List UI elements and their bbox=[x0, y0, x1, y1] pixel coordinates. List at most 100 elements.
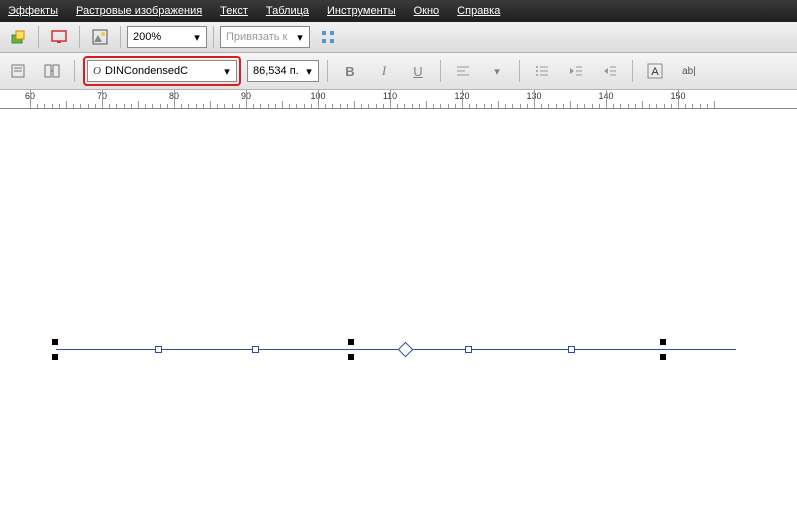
indent-dec-icon[interactable] bbox=[562, 58, 590, 84]
ruler-tick bbox=[448, 104, 449, 108]
text-frame-icon[interactable] bbox=[4, 58, 32, 84]
ruler-tick bbox=[556, 104, 557, 108]
ruler-tick bbox=[80, 104, 81, 108]
ruler-tick bbox=[440, 104, 441, 108]
ruler-tick bbox=[311, 104, 312, 108]
menubar: Эффекты Растровые изображения Текст Табл… bbox=[0, 0, 797, 22]
char-format-icon[interactable]: A bbox=[641, 58, 669, 84]
zoom-value: 200% bbox=[133, 31, 187, 43]
ruler-tick bbox=[476, 104, 477, 108]
ruler-tick bbox=[196, 104, 197, 108]
ruler-tick bbox=[620, 104, 621, 108]
ruler-tick bbox=[145, 104, 146, 108]
ruler-tick bbox=[541, 104, 542, 108]
ruler-tick bbox=[656, 104, 657, 108]
ruler-tick bbox=[160, 104, 161, 108]
selection-handle[interactable] bbox=[155, 346, 162, 353]
ruler-tick bbox=[649, 104, 650, 108]
menu-window[interactable]: Окно bbox=[414, 5, 440, 17]
ruler-tick bbox=[232, 104, 233, 108]
selection-handle[interactable] bbox=[660, 339, 666, 345]
ruler-tick bbox=[167, 104, 168, 108]
selection-handle[interactable] bbox=[252, 346, 259, 353]
bullet-list-icon[interactable] bbox=[528, 58, 556, 84]
ruler-tick bbox=[520, 104, 521, 108]
selection-handle[interactable] bbox=[660, 354, 666, 360]
snap-combo[interactable]: Привязать к ▾ bbox=[220, 26, 310, 48]
ruler-tick bbox=[174, 90, 175, 108]
selection-handle[interactable] bbox=[348, 354, 354, 360]
ruler-tick bbox=[354, 101, 355, 108]
image-icon[interactable] bbox=[86, 24, 114, 50]
font-size-combo[interactable]: 86,534 п. ▾ bbox=[247, 60, 319, 82]
ruler-tick bbox=[484, 104, 485, 108]
menu-raster[interactable]: Растровые изображения bbox=[76, 5, 202, 17]
zoom-combo[interactable]: 200% ▾ bbox=[127, 26, 207, 48]
ruler-tick bbox=[30, 90, 31, 108]
ruler-tick bbox=[203, 104, 204, 108]
menu-text[interactable]: Текст bbox=[220, 5, 248, 17]
selection-handle[interactable] bbox=[52, 354, 58, 360]
ruler-tick bbox=[188, 104, 189, 108]
ruler-tick bbox=[570, 101, 571, 108]
snap-label: Привязать к bbox=[226, 31, 290, 43]
publish-icon[interactable] bbox=[4, 24, 32, 50]
font-size-value: 86,534 п. bbox=[253, 65, 299, 77]
ruler-tick bbox=[253, 104, 254, 108]
selection-handle[interactable] bbox=[465, 346, 472, 353]
canvas[interactable] bbox=[0, 109, 797, 512]
ruler-tick bbox=[138, 101, 139, 108]
selection-handle[interactable] bbox=[568, 346, 575, 353]
ruler-tick bbox=[419, 104, 420, 108]
ruler-tick bbox=[181, 104, 182, 108]
ruler-tick bbox=[109, 104, 110, 108]
snap-options-icon[interactable] bbox=[314, 24, 342, 50]
horizontal-ruler[interactable]: 60708090100110120130140150 bbox=[0, 90, 797, 109]
ruler-tick bbox=[361, 104, 362, 108]
menu-effects[interactable]: Эффекты bbox=[8, 5, 58, 17]
ruler-tick bbox=[671, 104, 672, 108]
menu-help[interactable]: Справка bbox=[457, 5, 500, 17]
align-left-icon[interactable] bbox=[449, 58, 477, 84]
italic-icon[interactable]: I bbox=[370, 58, 398, 84]
ruler-tick bbox=[246, 90, 247, 108]
ruler-tick bbox=[613, 104, 614, 108]
ruler-tick bbox=[376, 104, 377, 108]
edit-text-icon[interactable]: ab| bbox=[675, 58, 703, 84]
font-glyph-icon: O bbox=[93, 65, 101, 77]
ruler-tick bbox=[318, 90, 319, 108]
ruler-tick bbox=[592, 104, 593, 108]
ruler-tick bbox=[347, 104, 348, 108]
selection-handle[interactable] bbox=[348, 339, 354, 345]
selection-handle[interactable] bbox=[52, 339, 58, 345]
ruler-tick bbox=[268, 104, 269, 108]
underline-icon[interactable]: U bbox=[404, 58, 432, 84]
ruler-tick bbox=[131, 104, 132, 108]
font-combo[interactable]: O DINCondensedC ▾ bbox=[87, 60, 237, 82]
ruler-tick bbox=[289, 104, 290, 108]
ruler-tick bbox=[584, 104, 585, 108]
bold-icon[interactable]: B bbox=[336, 58, 364, 84]
chevron-down-icon: ▾ bbox=[294, 31, 306, 44]
text-flow-icon[interactable] bbox=[38, 58, 66, 84]
ruler-tick bbox=[548, 104, 549, 108]
ruler-tick bbox=[390, 90, 391, 108]
ruler-tick bbox=[275, 104, 276, 108]
chevron-down-icon: ▾ bbox=[221, 65, 233, 78]
ruler-tick bbox=[239, 104, 240, 108]
menu-table[interactable]: Таблица bbox=[266, 5, 309, 17]
align-dropdown-icon[interactable]: ▾ bbox=[483, 58, 511, 84]
indent-inc-icon[interactable] bbox=[596, 58, 624, 84]
ruler-tick bbox=[368, 104, 369, 108]
chevron-down-icon: ▾ bbox=[191, 31, 203, 44]
ruler-tick bbox=[325, 104, 326, 108]
origin-marker[interactable] bbox=[398, 342, 414, 358]
ruler-tick bbox=[332, 104, 333, 108]
svg-text:A: A bbox=[651, 66, 659, 78]
ruler-tick bbox=[383, 104, 384, 108]
screen-icon[interactable] bbox=[45, 24, 73, 50]
ruler-tick bbox=[217, 104, 218, 108]
ruler-tick bbox=[498, 101, 499, 108]
ruler-tick bbox=[433, 104, 434, 108]
menu-tools[interactable]: Инструменты bbox=[327, 5, 396, 17]
